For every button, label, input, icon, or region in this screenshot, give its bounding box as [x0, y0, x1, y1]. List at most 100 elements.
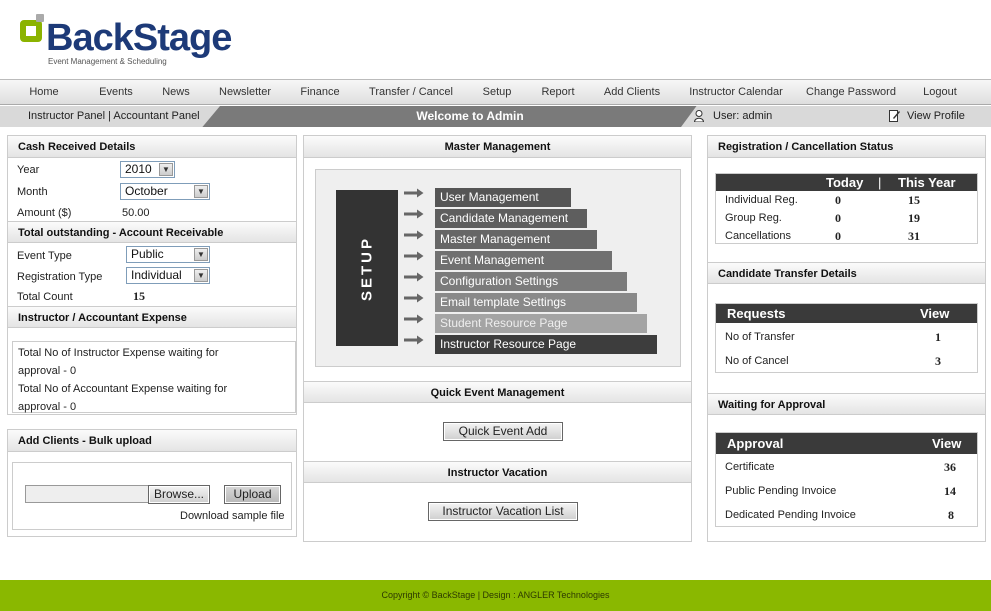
transfer-table-header: Requests View: [716, 304, 977, 323]
main-nav: Home Events News Newsletter Finance Tran…: [0, 79, 991, 105]
bulk-upload-title: Add Clients - Bulk upload: [8, 430, 296, 452]
total-count-label: Total Count: [17, 291, 73, 303]
upload-button[interactable]: Upload: [224, 485, 281, 504]
logo-mark-icon: [20, 14, 44, 42]
nav-home[interactable]: Home: [0, 80, 88, 104]
expense-title: Instructor / Accountant Expense: [8, 306, 296, 328]
amount-label: Amount ($): [17, 207, 72, 219]
month-label: Month: [17, 186, 48, 198]
nav-report[interactable]: Report: [530, 80, 586, 104]
brand-name: BackStage: [46, 17, 232, 59]
page: BackStage Event Management & Scheduling …: [0, 0, 991, 611]
col-approval: Approval: [727, 436, 784, 451]
setup-label: SETUP: [358, 235, 376, 301]
cancellations-label: Cancellations: [725, 230, 792, 242]
registration-status-title: Registration / Cancellation Status: [708, 136, 985, 158]
certificate-value[interactable]: 36: [944, 460, 956, 475]
amount-value: 50.00: [122, 207, 150, 219]
accountant-expense-line: Total No of Accountant Expense waiting f…: [18, 383, 228, 395]
panel-switch-links[interactable]: Instructor Panel | Accountant Panel: [28, 110, 200, 122]
arrow-right-icon: [404, 335, 424, 345]
individual-reg-label: Individual Reg.: [725, 194, 798, 206]
edit-profile-icon[interactable]: [889, 109, 900, 122]
dedicated-pending-invoice-label: Dedicated Pending Invoice: [725, 509, 856, 521]
approval-table-header: Approval View: [716, 433, 977, 454]
col-today: Today: [826, 175, 864, 190]
outstanding-title: Total outstanding - Account Receivable: [8, 221, 296, 243]
master-title: Master Management: [304, 136, 691, 158]
configuration-settings-link[interactable]: Configuration Settings: [435, 272, 627, 291]
group-reg-year: 19: [908, 211, 920, 225]
month-select[interactable]: October ▼: [120, 183, 210, 200]
nav-add-clients[interactable]: Add Clients: [586, 80, 678, 104]
cancellations-today: 0: [835, 229, 841, 243]
user-icon: [694, 110, 704, 122]
chevron-down-icon: ▼: [159, 163, 173, 176]
arrow-right-icon: [404, 272, 424, 282]
event-type-value: Public: [131, 247, 164, 261]
registration-type-value: Individual: [131, 268, 182, 282]
cancel-count-label: No of Cancel: [725, 355, 789, 367]
group-reg-label: Group Reg.: [725, 212, 782, 224]
year-label: Year: [17, 164, 40, 176]
chevron-down-icon: ▼: [194, 269, 208, 282]
month-value: October: [125, 184, 168, 198]
arrow-right-icon: [404, 251, 424, 261]
nav-newsletter[interactable]: Newsletter: [208, 80, 282, 104]
accountant-expense-count[interactable]: approval - 0: [18, 401, 76, 413]
nav-finance[interactable]: Finance: [282, 80, 358, 104]
brand-logo[interactable]: BackStage Event Management & Scheduling: [20, 10, 280, 70]
nav-setup[interactable]: Setup: [464, 80, 530, 104]
student-resource-page-link[interactable]: Student Resource Page: [435, 314, 647, 333]
footer: Copyright © BackStage | Design : ANGLER …: [0, 580, 991, 611]
nav-instructor-calendar[interactable]: Instructor Calendar: [678, 80, 794, 104]
download-sample-link[interactable]: Download sample file: [180, 510, 285, 522]
nav-logout[interactable]: Logout: [908, 80, 972, 104]
year-value: 2010: [125, 162, 152, 176]
total-count-value: 15: [133, 289, 145, 303]
approval-title: Waiting for Approval: [708, 393, 985, 415]
instructor-resource-page-link[interactable]: Instructor Resource Page: [435, 335, 657, 354]
registration-type-label: Registration Type: [17, 271, 103, 283]
candidate-management-link[interactable]: Candidate Management: [435, 209, 587, 228]
nav-change-password[interactable]: Change Password: [794, 80, 908, 104]
arrow-right-icon: [404, 293, 424, 303]
quick-event-title: Quick Event Management: [304, 381, 691, 403]
cancellations-year: 31: [908, 229, 920, 243]
nav-transfer-cancel[interactable]: Transfer / Cancel: [358, 80, 464, 104]
instructor-expense-count[interactable]: approval - 0: [18, 365, 76, 377]
certificate-label: Certificate: [725, 461, 775, 473]
col-view: View: [932, 436, 962, 451]
year-select[interactable]: 2010 ▼: [120, 161, 175, 178]
nav-news[interactable]: News: [144, 80, 208, 104]
dedicated-pending-invoice-value[interactable]: 8: [948, 508, 954, 523]
arrow-right-icon: [404, 314, 424, 324]
chevron-down-icon: ▼: [194, 185, 208, 198]
view-profile-link[interactable]: View Profile: [907, 110, 965, 122]
group-reg-today: 0: [835, 211, 841, 225]
file-path-input[interactable]: [25, 485, 149, 503]
individual-reg-today: 0: [835, 193, 841, 207]
user-management-link[interactable]: User Management: [435, 188, 571, 207]
registration-table-header: Today | This Year: [716, 174, 977, 191]
browse-button[interactable]: Browse...: [148, 485, 210, 504]
current-user: User: admin: [713, 110, 773, 122]
col-view: View: [920, 306, 950, 321]
brand-tagline: Event Management & Scheduling: [48, 57, 167, 66]
arrow-right-icon: [404, 188, 424, 198]
event-management-link[interactable]: Event Management: [435, 251, 612, 270]
instructor-expense-line: Total No of Instructor Expense waiting f…: [18, 347, 219, 359]
nav-events[interactable]: Events: [88, 80, 144, 104]
cancel-count-value[interactable]: 3: [935, 354, 941, 369]
copyright-text: Copyright © BackStage | Design : ANGLER …: [381, 590, 610, 600]
quick-event-add-button[interactable]: Quick Event Add: [443, 422, 563, 441]
transfer-count-value[interactable]: 1: [935, 330, 941, 345]
master-management-link[interactable]: Master Management: [435, 230, 597, 249]
public-pending-invoice-value[interactable]: 14: [944, 484, 956, 499]
registration-type-select[interactable]: Individual ▼: [126, 267, 210, 284]
event-type-select[interactable]: Public ▼: [126, 246, 210, 263]
instructor-vacation-list-button[interactable]: Instructor Vacation List: [428, 502, 578, 521]
email-template-settings-link[interactable]: Email template Settings: [435, 293, 637, 312]
col-requests: Requests: [727, 306, 786, 321]
transfer-title: Candidate Transfer Details: [708, 262, 985, 284]
